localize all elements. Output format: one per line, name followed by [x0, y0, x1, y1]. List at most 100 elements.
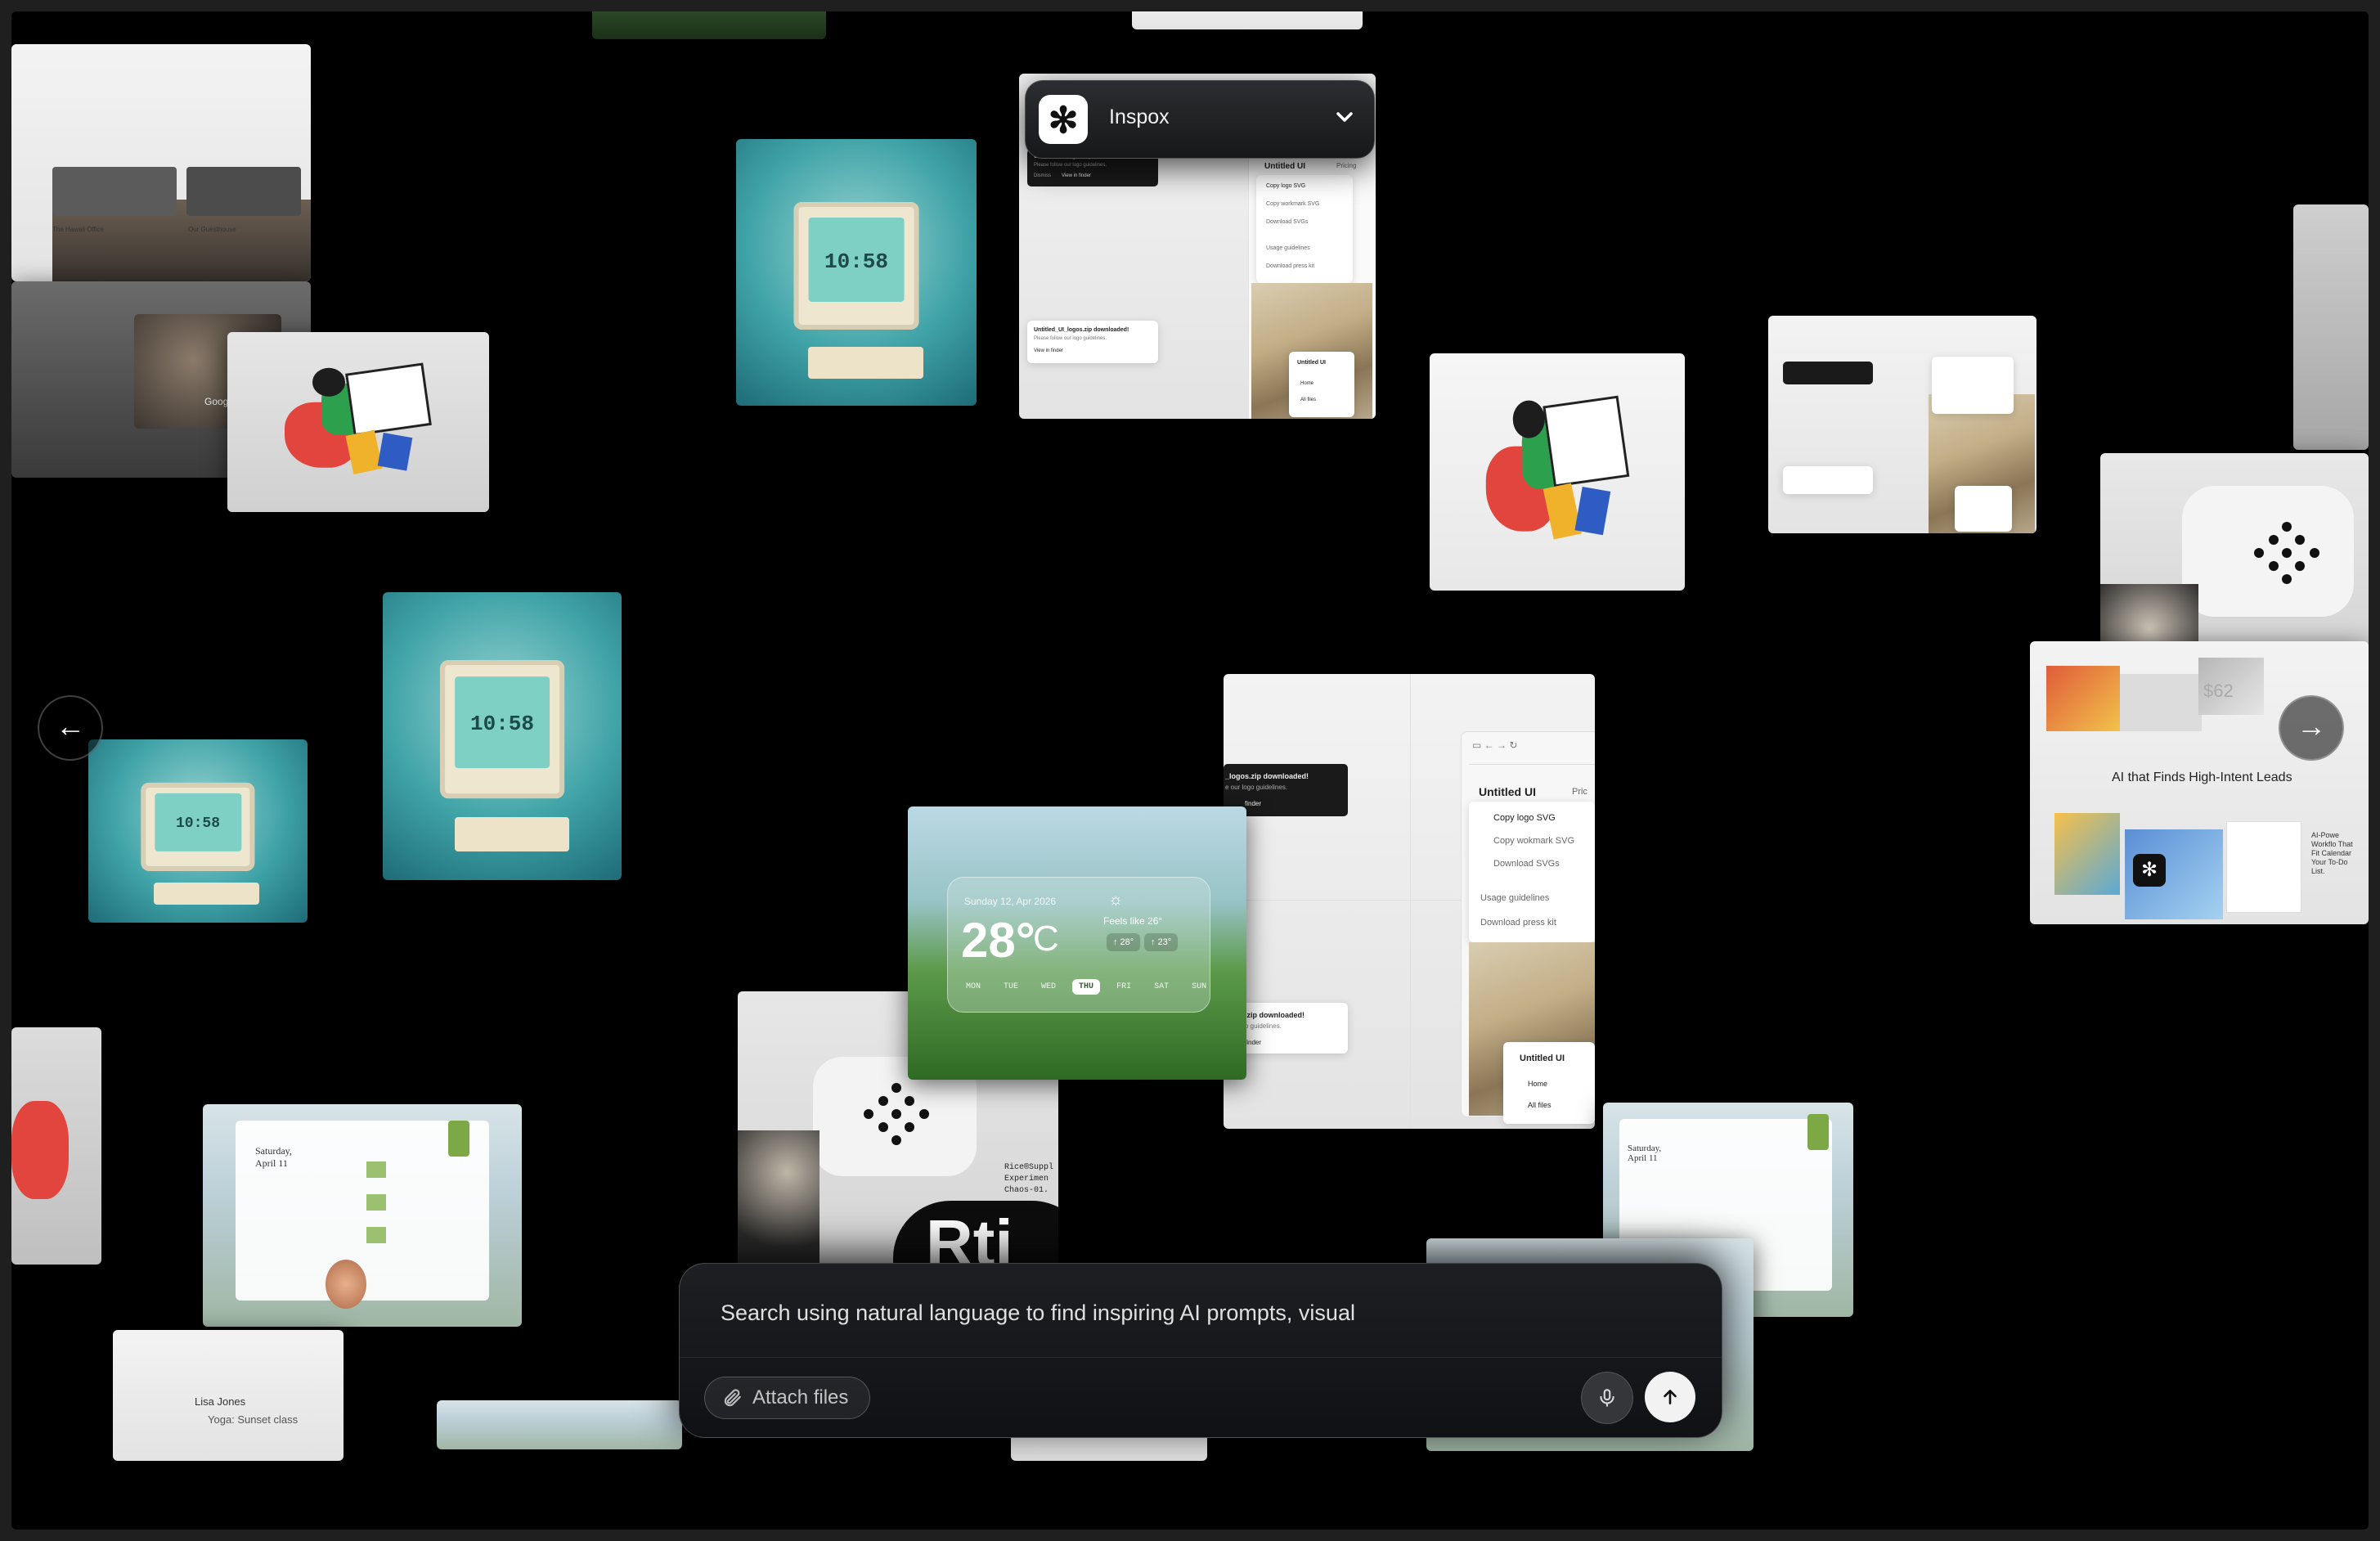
large-toast2-title: .zip downloaded! — [1245, 1011, 1305, 1019]
weather-sun-icon: ☼ — [1108, 891, 1124, 909]
toast-light-body: Please follow our logo guidelines. — [1034, 336, 1107, 341]
saturday-date-right: Saturday, April 11 — [1628, 1143, 1662, 1163]
toast-body: Please follow our logo guidelines. — [1034, 163, 1107, 168]
toast-dismiss: Dismiss — [1034, 173, 1051, 178]
weather-widget: Sunday 12, Apr 2026 ☼ 28° C Feels like 2… — [947, 877, 1210, 1013]
toast-light-small — [1783, 466, 1873, 494]
dots-logo-icon — [2254, 522, 2328, 587]
next-arrow-button[interactable]: → — [2279, 695, 2344, 761]
weather-days: MON TUE WED THU FRI SAT SUN — [959, 979, 1213, 995]
leads-title: AI that Finds High-Intent Leads — [2112, 770, 2292, 784]
menu-item-2: Download SVGs — [1266, 219, 1309, 225]
leads-card[interactable]: $62 AI that Finds High-Intent Leads ✻ AI… — [2030, 641, 2369, 924]
large-sidebar-home: Home — [1528, 1080, 1548, 1088]
menu-small — [1932, 357, 2014, 414]
cursor-sticker-illustration — [267, 357, 450, 487]
sidebar-home: Home — [1300, 381, 1314, 386]
large-toast2-view: finder — [1245, 1039, 1262, 1046]
contact-event: Yoga: Sunset class — [208, 1413, 299, 1426]
search-input[interactable] — [721, 1296, 1620, 1329]
app-name: Inspox — [1109, 106, 1170, 128]
office-card[interactable]: The Hawaii Office Our Guesthouse Google … — [11, 44, 311, 281]
microphone-button[interactable] — [1581, 1372, 1633, 1424]
weather-unit: C — [1033, 919, 1059, 959]
menu-item-4: Download press kit — [1266, 263, 1315, 269]
weather-feels: Feels like 26° — [1103, 915, 1163, 927]
weather-day-mon: MON — [966, 982, 981, 991]
untitled-ui-card-large[interactable]: _logos.zip downloaded! e our logo guidel… — [1224, 674, 1595, 1129]
weather-card[interactable]: Sunday 12, Apr 2026 ☼ 28° C Feels like 2… — [908, 806, 1246, 1080]
weather-high: ↑ 28° — [1107, 933, 1141, 951]
retro-computer-card-left-small[interactable]: 10:58 — [88, 739, 308, 923]
untitled-sidebar: Untitled UI Home All files — [1289, 352, 1354, 417]
toast-light-view: View in finder — [1034, 348, 1063, 353]
send-button[interactable] — [1645, 1372, 1695, 1422]
weather-day-thu: THU — [1072, 979, 1101, 995]
saturday-date-left: Saturday, April 11 — [255, 1145, 292, 1169]
large-toast-title: _logos.zip downloaded! — [1225, 772, 1309, 780]
toast-view: View in finder — [1062, 173, 1091, 178]
large-menu-item-0: Copy logo SVG — [1493, 813, 1556, 823]
menu-item-0: Copy logo SVG — [1266, 183, 1306, 189]
retro-clock-2: 10:58 — [469, 711, 535, 736]
retro-monitor-illustration-2: 10:58 — [440, 660, 564, 799]
bottom-partial-tile-1[interactable] — [437, 1400, 682, 1449]
large-sidebar-files: All files — [1528, 1101, 1551, 1109]
toast-light-title: Untitled_UI_logos.zip downloaded! — [1034, 327, 1129, 333]
contact-card[interactable]: Lisa Jones Yoga: Sunset class — [113, 1330, 344, 1461]
large-menu-item-4: Download press kit — [1480, 918, 1556, 928]
large-untitled-pricing: Pric — [1572, 787, 1587, 797]
weather-low: ↑ 23° — [1144, 933, 1179, 951]
weather-date: Sunday 12, Apr 2026 — [964, 896, 1057, 907]
weather-day-wed: WED — [1041, 982, 1057, 991]
sticker-card-center[interactable] — [1430, 353, 1685, 591]
retro-monitor-illustration: 10:58 — [793, 201, 919, 330]
untitled-ui-card-right[interactable] — [1768, 316, 2036, 533]
large-toast-view: finder — [1245, 800, 1262, 807]
office-col1-label: The Hawaii Office — [52, 226, 104, 233]
grass-tile-top[interactable] — [592, 11, 826, 39]
retro-computer-card-left-large[interactable]: 10:58 — [383, 592, 622, 880]
prev-arrow-button[interactable]: ← — [38, 695, 103, 761]
weather-day-sat: SAT — [1154, 982, 1170, 991]
menu-item-3: Usage guidelines — [1266, 245, 1310, 251]
sticker-card[interactable] — [227, 332, 489, 512]
large-menu-item-1: Copy wokmark SVG — [1493, 836, 1575, 846]
saturday-card-left[interactable]: Saturday, April 11 — [203, 1104, 522, 1327]
microphone-icon — [1600, 1389, 1614, 1407]
large-untitled-sidebar: Untitled UI Home All files — [1503, 1042, 1595, 1124]
attach-files-label: Attach files — [752, 1386, 849, 1408]
contact-name: Lisa Jones — [195, 1395, 246, 1408]
attach-files-button[interactable]: Attach files — [704, 1377, 871, 1419]
cursor-sticker-illustration-2 — [1468, 387, 1646, 558]
weather-temp: 28° — [961, 913, 1035, 968]
rice-line3: Chaos-01. — [1004, 1186, 1049, 1195]
browser-controls: ▭ ← → ↻ — [1472, 739, 1518, 751]
workspace-switcher[interactable]: ✻ Inspox — [1025, 80, 1375, 159]
large-untitled-menu: Copy logo SVG Copy wokmark SVG Download … — [1469, 802, 1595, 942]
office-col2-label: Our Guesthouse — [188, 226, 236, 233]
inspox-logo-icon: ✻ — [1039, 95, 1088, 144]
retro-keyboard-3 — [154, 882, 260, 905]
untitled-pricing: Pricing — [1336, 162, 1357, 169]
chevron-down-icon — [1336, 112, 1353, 122]
retro-monitor-illustration-3: 10:58 — [141, 782, 255, 871]
large-untitled-brand: Untitled UI — [1479, 785, 1536, 798]
left-edge-sticker-tile[interactable] — [11, 1027, 101, 1265]
rice-line2: Experimen — [1004, 1175, 1049, 1184]
untitled-brand: Untitled UI — [1264, 162, 1305, 171]
right-edge-tile[interactable] — [2293, 204, 2369, 450]
paperclip-icon — [724, 1389, 741, 1407]
large-toast-body: e our logo guidelines. — [1225, 784, 1288, 791]
retro-computer-card[interactable]: 10:58 — [736, 139, 977, 406]
large-sidebar-brand: Untitled UI — [1520, 1054, 1565, 1063]
large-menu-item-2: Download SVGs — [1493, 859, 1560, 869]
search-divider — [680, 1357, 1722, 1358]
weather-day-tue: TUE — [1004, 982, 1019, 991]
sidebar-brand: Untitled UI — [1297, 360, 1326, 366]
rice-big-text: Rti — [926, 1206, 1013, 1269]
ui-tile-top[interactable] — [1132, 11, 1363, 29]
leads-logo-icon: ✻ — [2133, 854, 2166, 887]
menu-item-1: Copy workmark SVG — [1266, 201, 1320, 207]
retro-keyboard — [808, 347, 924, 380]
